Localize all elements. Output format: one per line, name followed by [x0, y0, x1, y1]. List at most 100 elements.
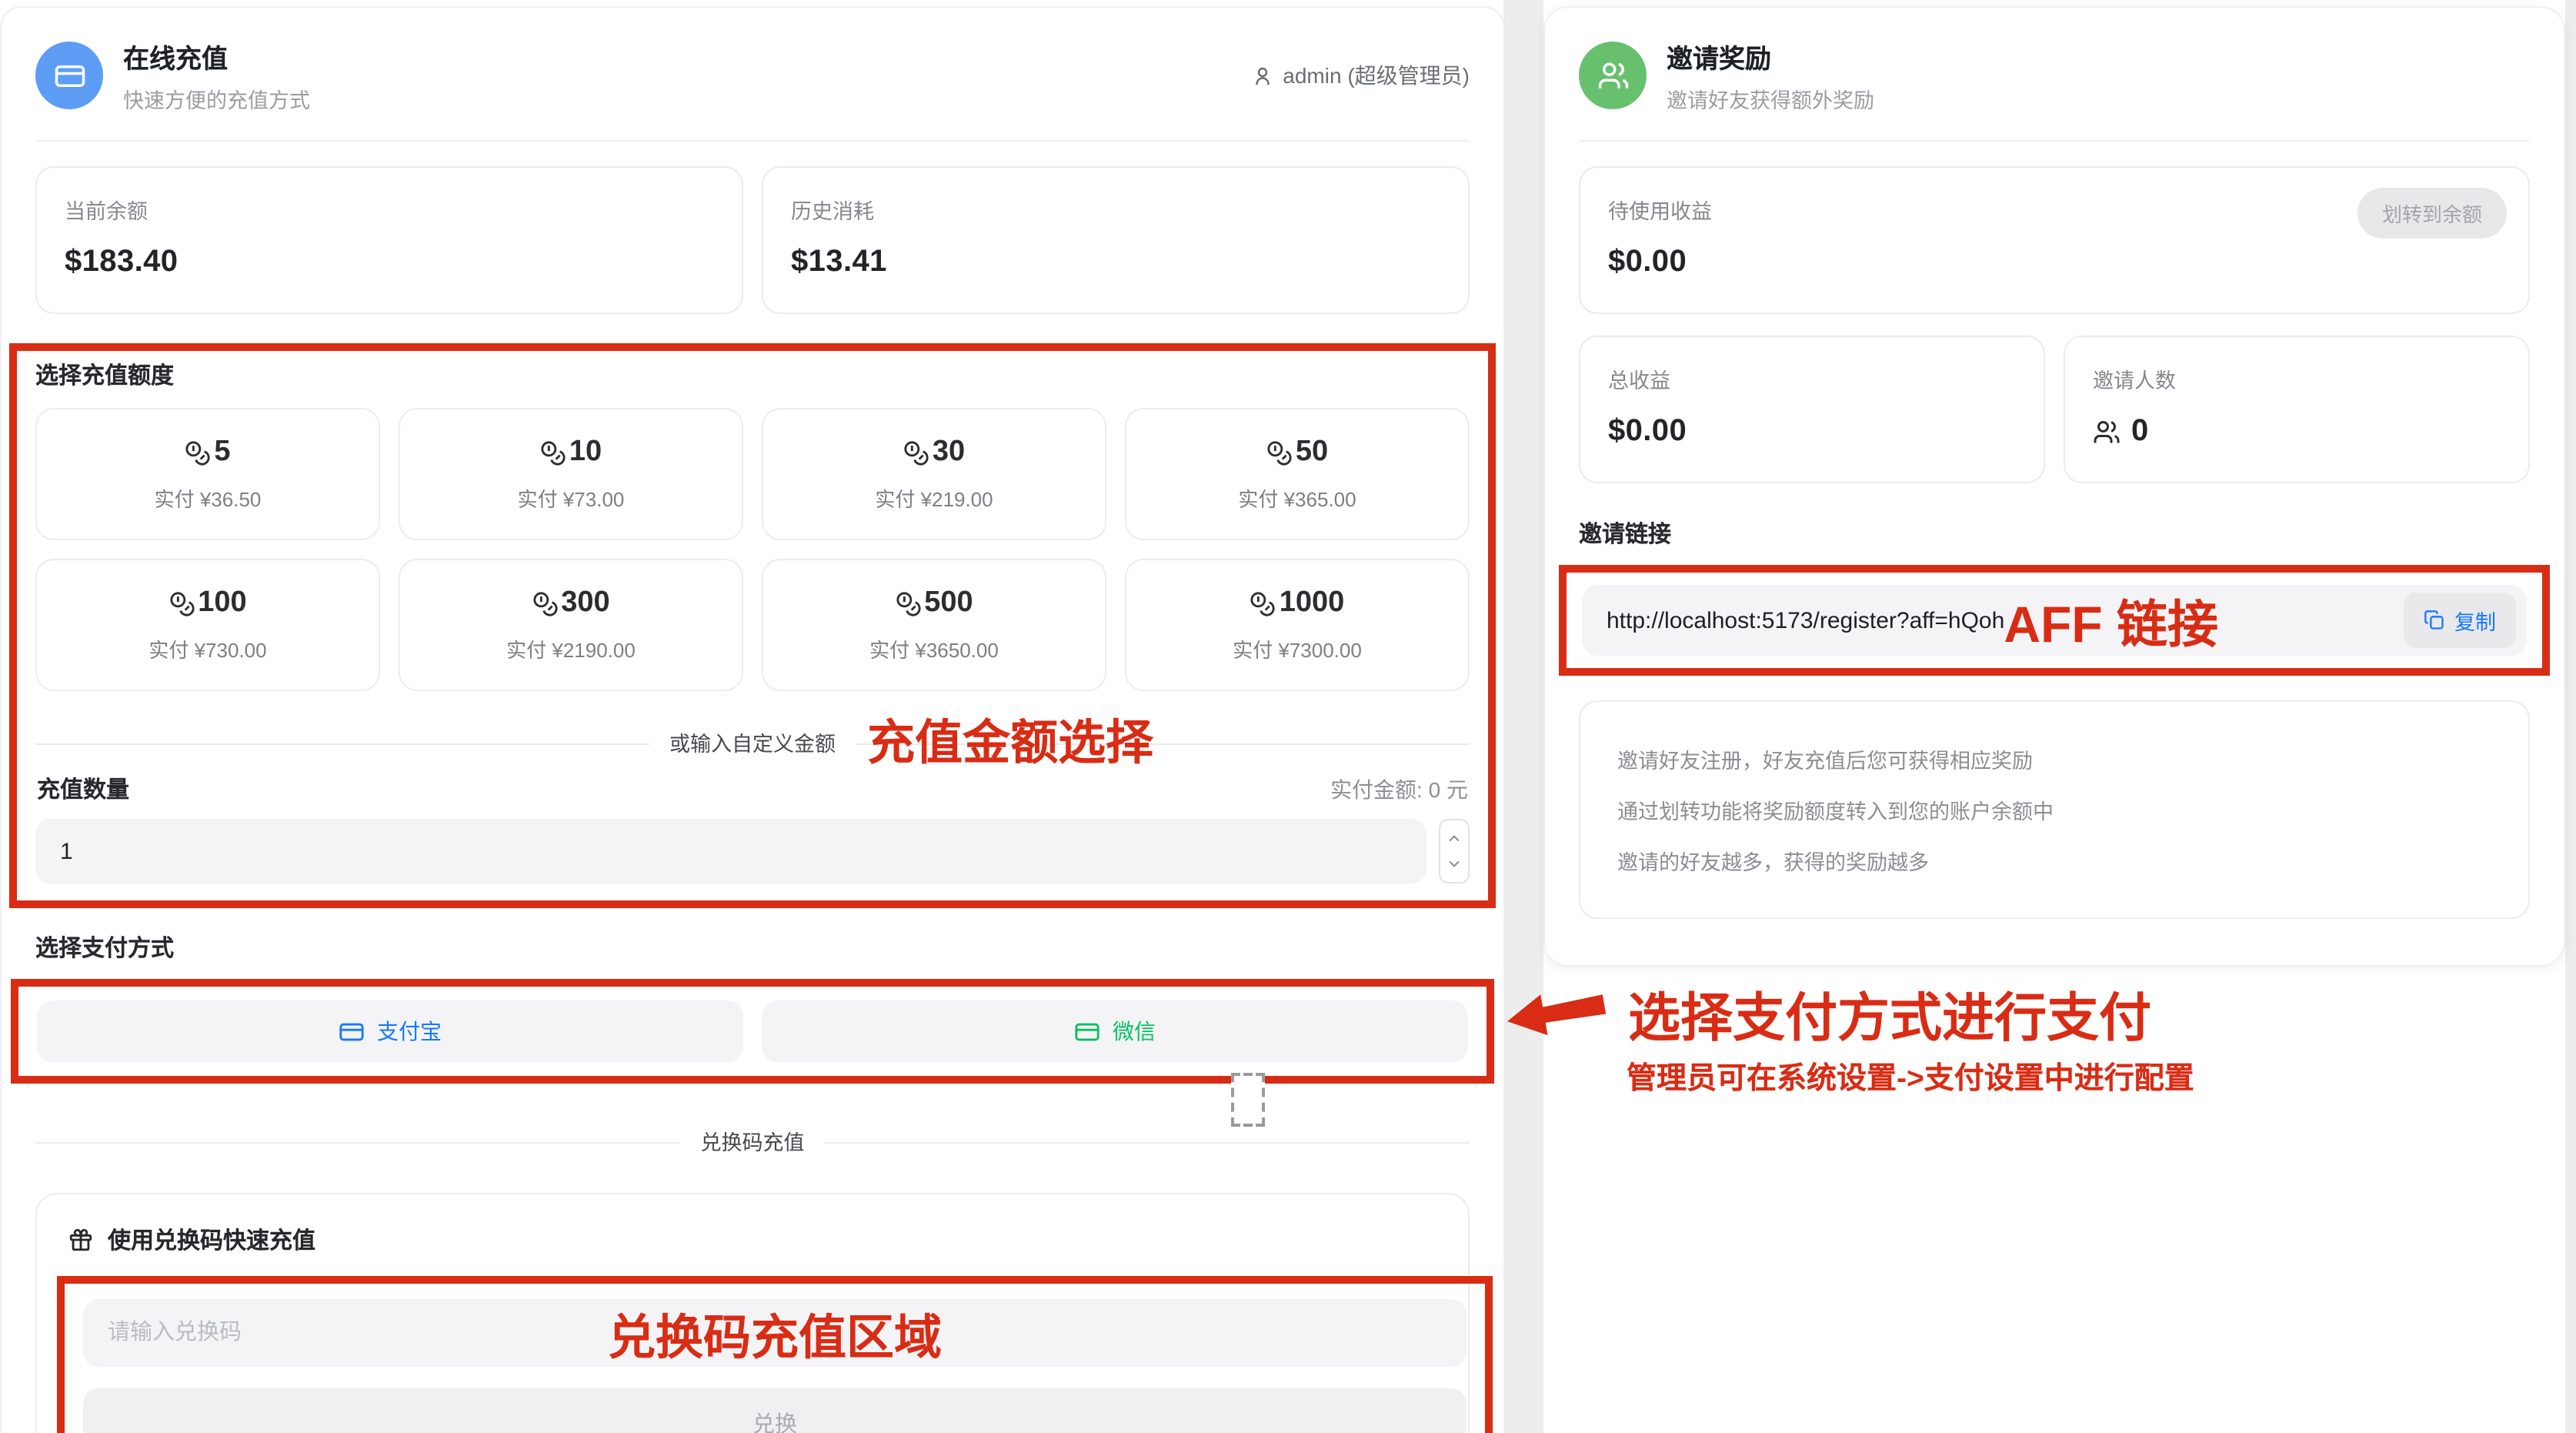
- coins-icon: [532, 590, 558, 616]
- amount-option-value: 50: [1296, 436, 1328, 469]
- balance-label: 当前余额: [65, 194, 714, 225]
- users-icon: [1597, 59, 1629, 92]
- balance-value: $183.40: [65, 245, 714, 280]
- page-subtitle: 快速方便的充值方式: [123, 83, 310, 114]
- amount-option-card[interactable]: 100 实付 ¥730.00: [35, 559, 380, 691]
- invite-tip-line: 邀请好友注册，好友充值后您可获得相应奖励: [1617, 743, 2491, 774]
- amount-option-top: 300: [532, 586, 609, 620]
- total-earnings-label: 总收益: [1608, 363, 2016, 394]
- balance-value: $13.41: [791, 245, 1440, 280]
- invite-count-row: 0: [2093, 414, 2501, 449]
- amount-option-card[interactable]: 30 实付 ¥219.00: [762, 408, 1106, 540]
- invite-tips-card: 邀请好友注册，好友充值后您可获得相应奖励 通过划转功能将奖励额度转入到您的账户余…: [1579, 700, 2530, 919]
- coins-icon: [895, 590, 921, 616]
- copy-label: 复制: [2454, 605, 2496, 636]
- pending-earnings-card: 待使用收益 $0.00 划转到余额: [1579, 166, 2530, 314]
- invite-count-label: 邀请人数: [2093, 363, 2501, 394]
- total-earnings-card: 总收益 $0.00: [1579, 336, 2045, 483]
- annotation-box-aff-link: AFF 链接 复制: [1559, 565, 2550, 676]
- amount-option-pay: 实付 ¥7300.00: [1233, 634, 1362, 663]
- amount-option-top: 10: [540, 436, 602, 469]
- current-user-label: admin (超级管理员): [1283, 60, 1470, 91]
- coins-icon: [540, 439, 566, 466]
- quantity-input[interactable]: [35, 819, 1426, 884]
- invite-header-titles: 邀请奖励 邀请好友获得额外奖励: [1667, 37, 1874, 114]
- custom-amount-divider-label: 或输入自定义金额: [649, 733, 856, 756]
- invite-tip-line: 邀请的好友越多，获得的奖励越多: [1617, 845, 2491, 876]
- redeem-card-header: 使用兑换码快速充值: [68, 1224, 1437, 1256]
- transfer-to-balance-button[interactable]: 划转到余额: [2357, 188, 2507, 239]
- coins-icon: [1266, 439, 1293, 466]
- wechat-label: 微信: [1113, 1016, 1156, 1047]
- redeem-divider: 兑换码充值: [35, 1125, 1470, 1157]
- wechat-button[interactable]: 微信: [762, 1000, 1468, 1062]
- annotation-redeem-area: 兑换码充值区域: [608, 1298, 942, 1368]
- redeem-card: 使用兑换码快速充值 兑换码充值区域 兑换: [35, 1193, 1470, 1433]
- amount-option-card[interactable]: 500 实付 ¥3650.00: [762, 559, 1106, 691]
- quantity-input-row: [35, 819, 1470, 884]
- amount-option-value: 500: [924, 586, 973, 620]
- pay-amount-text: 实付金额: 0 元: [1330, 774, 1468, 805]
- balance-card: 当前余额 $183.40: [35, 166, 743, 314]
- alipay-card-icon: [339, 1018, 365, 1044]
- amount-option-pay: 实付 ¥219.00: [875, 483, 993, 513]
- quantity-stepper[interactable]: [1439, 819, 1470, 884]
- coins-icon: [185, 439, 211, 466]
- amount-option-value: 10: [569, 436, 602, 469]
- invite-link-label: 邀请链接: [1579, 517, 2530, 549]
- invite-subtitle: 邀请好友获得额外奖励: [1667, 83, 1874, 114]
- redeem-button[interactable]: 兑换: [83, 1388, 1467, 1433]
- payment-section-label: 选择支付方式: [35, 931, 1470, 964]
- recharge-panel-header: 在线充值 快速方便的充值方式 admin (超级管理员): [35, 8, 1470, 140]
- users-small-icon: [2093, 418, 2121, 446]
- coins-icon: [169, 590, 195, 616]
- amount-option-value: 100: [198, 586, 246, 620]
- amount-option-value: 1000: [1280, 586, 1345, 620]
- total-earnings-value: $0.00: [1608, 414, 2016, 449]
- invite-panel-header: 邀请奖励 邀请好友获得额外奖励: [1579, 8, 2530, 140]
- invite-header-divider: [1579, 140, 2530, 142]
- users-icon-circle: [1579, 42, 1647, 109]
- amount-option-top: 500: [895, 586, 973, 620]
- amount-option-pay: 实付 ¥36.50: [155, 483, 262, 513]
- amount-option-pay: 实付 ¥73.00: [518, 483, 625, 513]
- chevron-down-icon[interactable]: [1446, 857, 1462, 872]
- amount-option-pay: 实付 ¥3650.00: [869, 634, 999, 663]
- redeem-divider-label: 兑换码充值: [681, 1131, 825, 1154]
- amount-option-value: 30: [933, 436, 965, 469]
- right-edge-gutter: [2565, 0, 2576, 1433]
- chevron-up-icon[interactable]: [1446, 830, 1462, 846]
- amount-option-pay: 实付 ¥2190.00: [506, 634, 636, 663]
- gift-icon: [68, 1227, 94, 1253]
- amount-option-card[interactable]: 1000 实付 ¥7300.00: [1125, 559, 1470, 691]
- annotation-box-amount-selection: 选择充值额度 5 实付 ¥36.50 10: [9, 343, 1496, 908]
- invite-count-value: 0: [2131, 414, 2149, 449]
- amount-option-top: 1000: [1250, 586, 1345, 620]
- amount-option-card[interactable]: 50 实付 ¥365.00: [1125, 408, 1470, 540]
- copy-link-button[interactable]: 复制: [2404, 593, 2516, 648]
- balance-label: 历史消耗: [791, 194, 1440, 225]
- user-icon: [1250, 64, 1273, 87]
- coins-icon: [1250, 590, 1276, 616]
- amount-option-value: 300: [561, 586, 609, 620]
- custom-amount-divider: 或输入自定义金额 充值金额选择: [35, 727, 1470, 759]
- amount-option-card[interactable]: 10 实付 ¥73.00: [399, 408, 743, 540]
- quantity-row: 充值数量 实付金额: 0 元: [37, 773, 1468, 805]
- annotation-payment-title: 选择支付方式进行支付: [1628, 976, 2151, 1051]
- pending-earnings-value: $0.00: [1608, 245, 2501, 280]
- invite-count-card: 邀请人数 0: [2064, 336, 2530, 483]
- invite-panel: 邀请奖励 邀请好友获得额外奖励 待使用收益 $0.00 划转到余额 总收益 $0…: [1543, 6, 2565, 967]
- annotation-box-redeem: 兑换码充值区域 兑换: [57, 1276, 1493, 1433]
- page-title: 在线充值: [123, 37, 310, 75]
- invite-tip-line: 通过划转功能将奖励额度转入到您的账户余额中: [1617, 794, 2491, 825]
- annotation-payment-subtitle: 管理员可在系统设置->支付设置中进行配置: [1627, 1053, 2194, 1097]
- invite-title: 邀请奖励: [1667, 37, 1874, 75]
- header-divider: [35, 140, 1470, 142]
- amount-section-label: 选择充值额度: [35, 359, 1470, 391]
- amount-option-card[interactable]: 5 实付 ¥36.50: [35, 408, 380, 540]
- alipay-button[interactable]: 支付宝: [37, 1000, 743, 1062]
- quantity-label: 充值数量: [37, 773, 129, 805]
- credit-card-icon: [35, 42, 103, 109]
- redeem-input-wrap: 兑换码充值区域: [83, 1299, 1467, 1367]
- amount-option-card[interactable]: 300 实付 ¥2190.00: [399, 559, 743, 691]
